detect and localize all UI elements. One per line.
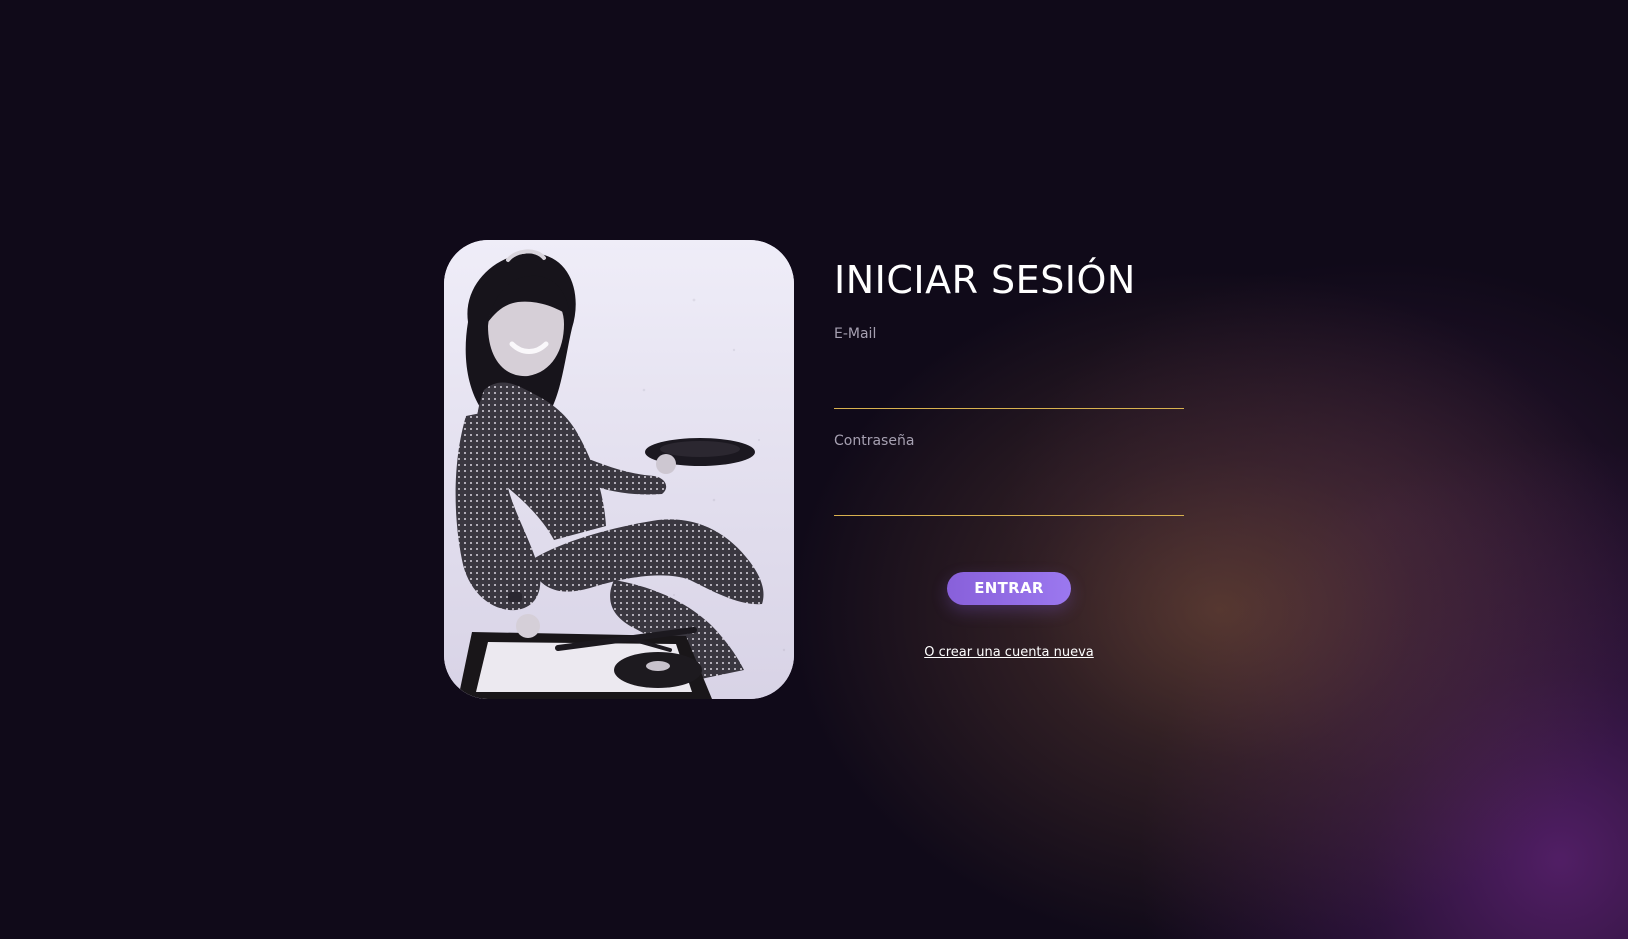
profile-photo [444,240,794,699]
password-field[interactable] [834,470,1184,516]
woman-record-player-illustration [444,240,794,699]
login-container: INICIAR SESIÓN E-Mail Contraseña ENTRAR … [444,240,1184,700]
email-field[interactable] [834,363,1184,409]
email-field-group: E-Mail [834,326,1184,409]
login-form: INICIAR SESIÓN E-Mail Contraseña ENTRAR … [834,240,1184,660]
enter-button[interactable]: ENTRAR [947,571,1071,605]
password-label: Contraseña [834,432,915,449]
password-field-group: Contraseña [834,433,1184,516]
create-account-link[interactable]: O crear una cuenta nueva [924,645,1094,660]
email-label: E-Mail [834,325,877,342]
login-actions: ENTRAR O crear una cuenta nueva [834,571,1184,660]
page-title: INICIAR SESIÓN [834,258,1136,302]
